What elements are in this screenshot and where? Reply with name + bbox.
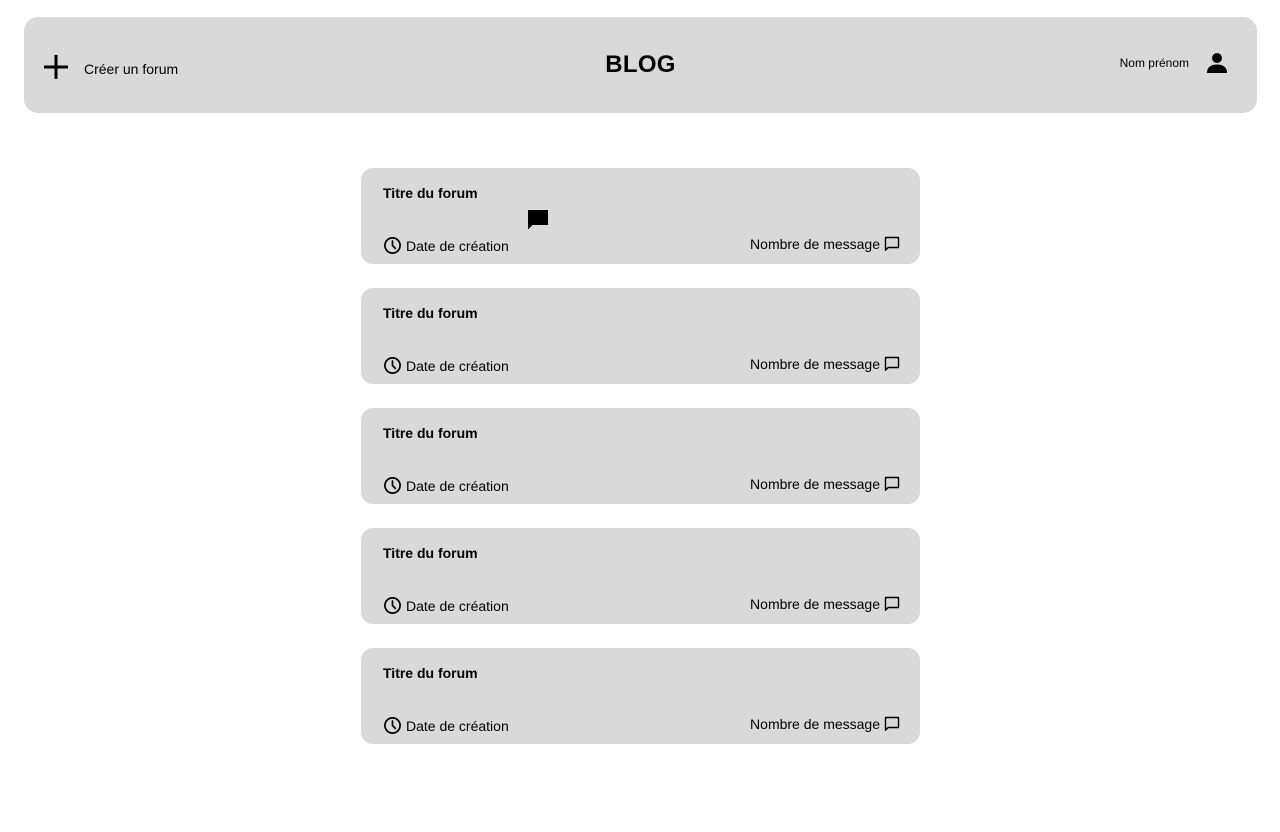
- forum-card[interactable]: Titre du forum Date de création Nombre d…: [361, 168, 920, 264]
- forum-message-count: Nombre de message: [750, 236, 900, 252]
- forum-title: Titre du forum: [383, 545, 478, 561]
- forum-message-label: Nombre de message: [750, 596, 880, 612]
- forum-date: Date de création: [383, 476, 509, 495]
- chat-bubble-filled-icon: [527, 209, 549, 236]
- clock-icon: [383, 716, 406, 735]
- forum-card[interactable]: Titre du forum Date de création Nombre d…: [361, 648, 920, 744]
- chat-bubble-icon: [880, 716, 900, 732]
- forum-title: Titre du forum: [383, 425, 478, 441]
- chat-bubble-icon: [880, 236, 900, 252]
- user-profile[interactable]: Nom prénom: [1120, 51, 1229, 75]
- forum-date-label: Date de création: [406, 477, 509, 494]
- forum-message-count: Nombre de message: [750, 596, 900, 612]
- forum-message-label: Nombre de message: [750, 476, 880, 492]
- forum-date-label: Date de création: [406, 357, 509, 374]
- forum-message-label: Nombre de message: [750, 236, 880, 252]
- create-forum-button[interactable]: Créer un forum: [42, 53, 178, 81]
- forum-card[interactable]: Titre du forum Date de création Nombre d…: [361, 528, 920, 624]
- forum-message-label: Nombre de message: [750, 716, 880, 732]
- clock-icon: [383, 236, 406, 255]
- forum-card[interactable]: Titre du forum Date de création Nombre d…: [361, 408, 920, 504]
- forum-date: Date de création: [383, 236, 509, 255]
- forum-message-count: Nombre de message: [750, 476, 900, 492]
- forum-date: Date de création: [383, 716, 509, 735]
- forum-date-label: Date de création: [406, 597, 509, 614]
- page-title: BLOG: [605, 51, 676, 78]
- forum-date: Date de création: [383, 596, 509, 615]
- forum-title: Titre du forum: [383, 305, 478, 321]
- forum-card[interactable]: Titre du forum Date de création Nombre d…: [361, 288, 920, 384]
- forum-message-label: Nombre de message: [750, 356, 880, 372]
- clock-icon: [383, 596, 406, 615]
- chat-bubble-icon: [880, 596, 900, 612]
- forum-title: Titre du forum: [383, 185, 478, 201]
- create-forum-label: Créer un forum: [84, 60, 179, 77]
- chat-bubble-icon: [880, 356, 900, 372]
- user-name: Nom prénom: [1119, 56, 1189, 70]
- user-icon: [1205, 51, 1229, 75]
- clock-icon: [383, 476, 406, 495]
- plus-icon: [42, 53, 70, 81]
- forum-list: Titre du forum Date de création Nombre d…: [361, 168, 920, 768]
- forum-date-label: Date de création: [406, 237, 509, 254]
- clock-icon: [383, 356, 406, 375]
- top-bar: Créer un forum BLOG Nom prénom: [24, 17, 1257, 113]
- forum-message-count: Nombre de message: [750, 716, 900, 732]
- forum-message-count: Nombre de message: [750, 356, 900, 372]
- forum-title: Titre du forum: [383, 665, 478, 681]
- forum-date-label: Date de création: [406, 717, 509, 734]
- forum-date: Date de création: [383, 356, 509, 375]
- chat-bubble-icon: [880, 476, 900, 492]
